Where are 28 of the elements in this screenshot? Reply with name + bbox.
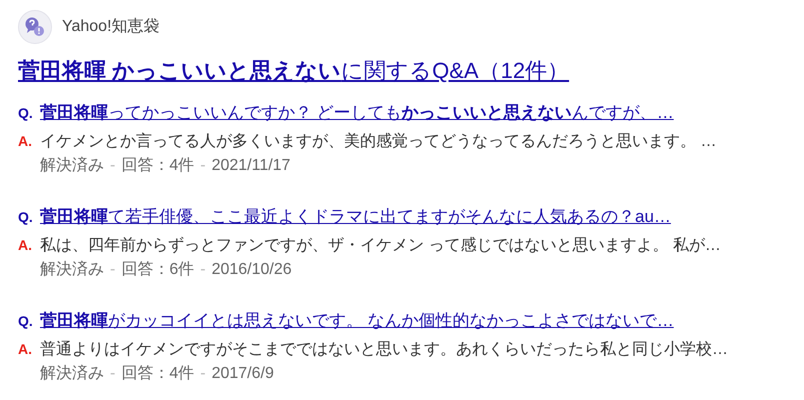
answer-snippet: 私は、四年前からずっとファンですが、ザ・イケメン って感じではないと思いますよ。 私が… (40, 236, 721, 256)
date-label: 2021/11/17 (212, 156, 290, 176)
answer-count: 回答：4件 (121, 156, 194, 176)
chat-bubbles-icon (18, 10, 52, 44)
answer-snippet: 普通よりはイケメンですがそこまでではないと思います。あれくらいだったら私と同じ小学校… (40, 339, 728, 360)
question-mark: Q. (18, 312, 34, 331)
separator: - (110, 364, 116, 384)
answer-mark: A. (18, 132, 33, 151)
source-name: Yahoo!知恵袋 (62, 16, 160, 37)
question-link[interactable]: 菅田将暉がカッコイイとは思えないです。 なんか個性的なかっこよさではないで… (40, 308, 674, 334)
answer-snippet: イケメンとか言ってる人が多くいますが、美的感覚ってどうなってるんだろうと思います。 … (40, 132, 716, 152)
date-label: 2016/10/26 (212, 260, 292, 280)
separator: - (110, 260, 116, 280)
status-label: 解決済み (40, 260, 104, 280)
date-label: 2017/6/9 (212, 364, 274, 384)
status-label: 解決済み (40, 156, 104, 176)
question-mark: Q. (18, 208, 34, 227)
separator: - (200, 364, 206, 384)
status-label: 解決済み (40, 364, 104, 384)
separator: - (200, 156, 206, 176)
answer-count: 回答：6件 (121, 260, 194, 280)
answer-mark: A. (18, 236, 33, 255)
question-link[interactable]: 菅田将暉て若手俳優、ここ最近よくドラマに出てますがそんなに人気あるの？au… (40, 204, 671, 230)
separator: - (110, 156, 116, 176)
question-mark: Q. (18, 104, 34, 123)
answer-count: 回答：4件 (121, 364, 194, 384)
answer-mark: A. (18, 340, 33, 359)
separator: - (200, 260, 206, 280)
